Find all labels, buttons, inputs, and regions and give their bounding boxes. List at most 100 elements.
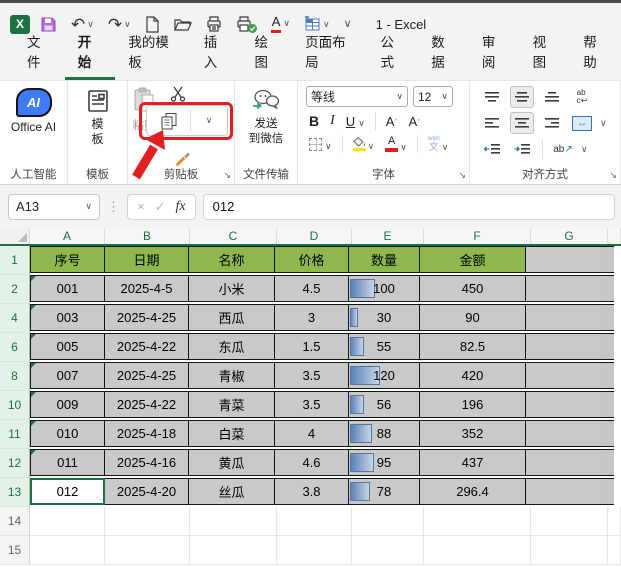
cell[interactable]: 西瓜 xyxy=(188,304,275,331)
cell[interactable] xyxy=(525,420,602,447)
cell[interactable]: 2025-4-22 xyxy=(104,391,189,418)
active-cell[interactable]: 012 xyxy=(30,478,105,505)
tab-page-layout[interactable]: 页面布局 xyxy=(292,23,367,80)
cell[interactable]: 2025-4-25 xyxy=(104,362,189,389)
cell[interactable] xyxy=(525,449,602,476)
office-ai-button[interactable]: AI Office AI xyxy=(0,81,67,135)
header-cell[interactable]: 日期 xyxy=(104,246,189,273)
cell[interactable]: 196 xyxy=(419,391,526,418)
cell[interactable]: 2025-4-5 xyxy=(104,275,189,302)
cell[interactable] xyxy=(525,246,602,273)
cell[interactable]: 4.6 xyxy=(274,449,349,476)
cell[interactable] xyxy=(105,536,190,565)
cell[interactable]: 4 xyxy=(274,420,349,447)
cell[interactable] xyxy=(608,507,621,536)
clipboard-dialog-launcher[interactable]: ↘ xyxy=(223,170,231,181)
cell[interactable] xyxy=(525,478,602,505)
cell[interactable]: 420 xyxy=(419,362,526,389)
header-cell[interactable]: 金额 xyxy=(419,246,526,273)
chevron-down-icon[interactable]: ∨ xyxy=(85,202,92,211)
cell[interactable]: 90 xyxy=(419,304,526,331)
tab-insert[interactable]: 插入 xyxy=(191,23,242,80)
row-header-1[interactable]: 1 xyxy=(0,246,30,275)
row-header-8[interactable]: 8 xyxy=(0,362,30,391)
cell[interactable]: 白菜 xyxy=(188,420,275,447)
align-left-button[interactable] xyxy=(480,112,504,134)
insert-function-icon[interactable]: fx xyxy=(176,199,186,215)
font-name-combo[interactable]: 等线∨ xyxy=(306,86,408,107)
align-right-button[interactable] xyxy=(540,112,564,134)
cell[interactable]: 30 xyxy=(348,304,420,331)
cell[interactable]: 丝瓜 xyxy=(188,478,275,505)
cell[interactable]: 3.5 xyxy=(274,391,349,418)
cell[interactable]: 010 xyxy=(30,420,105,447)
row-header-6[interactable]: 6 xyxy=(0,333,30,362)
cell[interactable]: 4.5 xyxy=(274,275,349,302)
chevron-down-icon[interactable]: ∨ xyxy=(358,119,365,128)
cell[interactable]: 100 xyxy=(348,275,420,302)
cell[interactable] xyxy=(105,507,190,536)
template-button[interactable]: 模板 xyxy=(68,81,127,147)
select-all-corner[interactable] xyxy=(0,228,30,244)
column-header-A[interactable]: A xyxy=(30,228,105,244)
merge-center-button[interactable]: ↔ xyxy=(570,112,594,134)
chevron-down-icon[interactable]: ∨ xyxy=(400,143,407,152)
column-header-B[interactable]: B xyxy=(105,228,190,244)
cell[interactable]: 450 xyxy=(419,275,526,302)
italic-button[interactable]: I xyxy=(327,114,338,128)
chevron-down-icon[interactable]: ∨ xyxy=(581,145,588,154)
cell[interactable]: 011 xyxy=(30,449,105,476)
tab-review[interactable]: 审阅 xyxy=(469,23,520,80)
column-header-D[interactable]: D xyxy=(277,228,352,244)
cell[interactable]: 78 xyxy=(348,478,420,505)
cell[interactable] xyxy=(525,275,602,302)
cell[interactable]: 2025-4-18 xyxy=(104,420,189,447)
tab-file[interactable]: 文件 xyxy=(14,23,65,80)
cell[interactable]: 2025-4-25 xyxy=(104,304,189,331)
tab-data[interactable]: 数据 xyxy=(418,23,469,80)
cell[interactable]: 青椒 xyxy=(188,362,275,389)
cell[interactable] xyxy=(190,507,277,536)
name-box[interactable]: A13∨ xyxy=(8,194,100,220)
underline-button[interactable]: U∨ xyxy=(343,115,368,128)
row-header-2[interactable]: 2 xyxy=(0,275,30,304)
chevron-down-icon[interactable]: ∨ xyxy=(442,143,449,152)
cell[interactable] xyxy=(424,507,531,536)
column-header-E[interactable]: E xyxy=(352,228,424,244)
cell[interactable]: 3 xyxy=(274,304,349,331)
cell[interactable]: 82.5 xyxy=(419,333,526,360)
row-header-10[interactable]: 10 xyxy=(0,391,30,420)
cell[interactable]: 007 xyxy=(30,362,105,389)
cell[interactable] xyxy=(525,391,602,418)
cut-button[interactable] xyxy=(170,86,186,107)
bold-button[interactable]: B xyxy=(306,114,322,128)
tab-view[interactable]: 视图 xyxy=(520,23,571,80)
header-cell[interactable]: 价格 xyxy=(274,246,349,273)
row-header-13[interactable]: 13 xyxy=(0,478,30,507)
align-center-button[interactable] xyxy=(510,112,534,134)
column-header-G[interactable]: G xyxy=(531,228,608,244)
cell[interactable]: 56 xyxy=(348,391,420,418)
copy-dropdown-button[interactable]: ∨ xyxy=(190,110,227,130)
font-dialog-launcher[interactable]: ↘ xyxy=(458,170,466,181)
copy-button[interactable]: ∨ xyxy=(146,105,228,136)
cell[interactable]: 小米 xyxy=(188,275,275,302)
cell[interactable] xyxy=(608,536,621,565)
font-color-button-ribbon[interactable]: A ∨ xyxy=(382,136,410,152)
cell[interactable]: 437 xyxy=(419,449,526,476)
cell[interactable] xyxy=(424,536,531,565)
cell[interactable]: 003 xyxy=(30,304,105,331)
cell[interactable] xyxy=(190,536,277,565)
tab-draw[interactable]: 绘图 xyxy=(241,23,292,80)
cell[interactable]: 352 xyxy=(419,420,526,447)
enter-icon[interactable]: ✓ xyxy=(155,199,166,215)
shrink-font-button[interactable]: Aˇ xyxy=(405,115,423,128)
cell[interactable]: 120 xyxy=(348,362,420,389)
cell[interactable]: 2025-4-20 xyxy=(104,478,189,505)
cell[interactable] xyxy=(352,536,424,565)
row-header-4[interactable]: 4 xyxy=(0,304,30,333)
cell[interactable]: 2025-4-16 xyxy=(104,449,189,476)
cell[interactable] xyxy=(525,304,602,331)
cell[interactable] xyxy=(525,333,602,360)
cell[interactable]: 88 xyxy=(348,420,420,447)
